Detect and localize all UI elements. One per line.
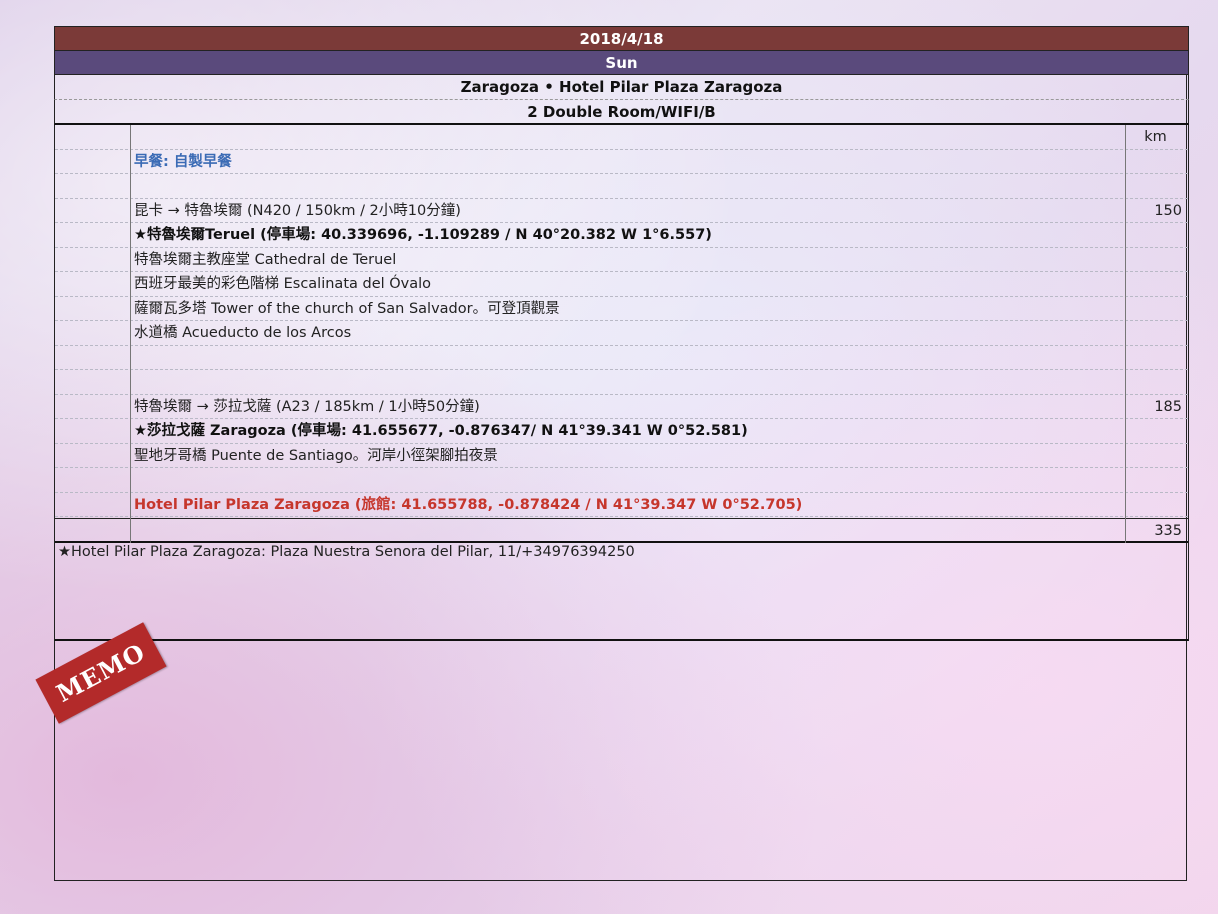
table-row: 西班牙最美的彩色階梯 Escalinata del Óvalo — [55, 272, 1188, 297]
row-text: Hotel Pilar Plaza Zaragoza (旅館: 41.65578… — [134, 496, 803, 513]
row-text: 西班牙最美的彩色階梯 Escalinata del Óvalo — [134, 276, 432, 292]
row-km — [1126, 346, 1185, 370]
row-km — [1126, 272, 1185, 296]
row-km — [1126, 468, 1185, 492]
column-divider — [130, 125, 131, 543]
row-text: 薩爾瓦多塔 Tower of the church of San Salvado… — [134, 300, 560, 317]
table-header-row: km — [55, 125, 1188, 150]
km-column-header: km — [1144, 129, 1167, 145]
row-text: 昆卡 → 特魯埃爾 (N420 / 150km / 2小時10分鐘) — [134, 202, 461, 219]
table-row — [55, 370, 1188, 395]
row-text: ★特魯埃爾Teruel (停車場: 40.339696, -1.109289 /… — [134, 227, 712, 243]
hotel-address-note: ★Hotel Pilar Plaza Zaragoza: Plaza Nuest… — [54, 543, 1189, 641]
table-row — [55, 346, 1188, 370]
table-row: 聖地牙哥橋 Puente de Santiago。河岸小徑架腳拍夜景 — [55, 444, 1188, 468]
table-row — [55, 174, 1188, 199]
table-row: 特魯埃爾 → 莎拉戈薩 (A23 / 185km / 1小時50分鐘) 185 — [55, 395, 1188, 419]
row-text: 早餐: 自製早餐 — [134, 153, 232, 170]
date-header: 2018/4/18 — [54, 26, 1189, 51]
day-header: Sun — [54, 51, 1189, 75]
row-text: 特魯埃爾 → 莎拉戈薩 (A23 / 185km / 1小時50分鐘) — [134, 398, 480, 415]
hotel-header: Zaragoza • Hotel Pilar Plaza Zaragoza — [54, 75, 1189, 100]
total-row: 335 — [55, 518, 1188, 543]
column-divider — [1125, 125, 1126, 543]
row-km — [1126, 297, 1185, 321]
table-row: 特魯埃爾主教座堂 Cathedral de Teruel — [55, 248, 1188, 272]
table-row: ★莎拉戈薩 Zaragoza (停車場: 41.655677, -0.87634… — [55, 419, 1188, 444]
row-text: 聖地牙哥橋 Puente de Santiago。河岸小徑架腳拍夜景 — [134, 447, 498, 464]
row-km: 185 — [1154, 398, 1182, 415]
row-km — [1126, 370, 1185, 394]
row-km — [1126, 174, 1185, 198]
table-row: 昆卡 → 特魯埃爾 (N420 / 150km / 2小時10分鐘) 150 — [55, 199, 1188, 223]
table-row: ★特魯埃爾Teruel (停車場: 40.339696, -1.109289 /… — [55, 223, 1188, 248]
table-row: Hotel Pilar Plaza Zaragoza (旅館: 41.65578… — [55, 493, 1188, 517]
table-row: 水道橋 Acueducto de los Arcos — [55, 321, 1188, 346]
row-text: 特魯埃爾主教座堂 Cathedral de Teruel — [134, 251, 397, 268]
table-row — [55, 468, 1188, 493]
table-row: 薩爾瓦多塔 Tower of the church of San Salvado… — [55, 297, 1188, 321]
row-km — [1126, 419, 1185, 443]
row-text: ★莎拉戈薩 Zaragoza (停車場: 41.655677, -0.87634… — [134, 423, 748, 439]
table-row: 早餐: 自製早餐 — [55, 150, 1188, 174]
total-km: 335 — [1154, 523, 1182, 539]
row-km — [1126, 321, 1185, 345]
row-text: 水道橋 Acueducto de los Arcos — [134, 325, 352, 341]
row-km — [1126, 248, 1185, 272]
row-km — [1126, 444, 1185, 468]
row-km: 150 — [1154, 202, 1182, 219]
row-km — [1126, 150, 1185, 174]
schedule-table: km 早餐: 自製早餐 昆卡 → 特魯埃爾 (N420 / 150km / 2小… — [54, 125, 1189, 543]
row-km — [1126, 223, 1185, 247]
row-km — [1126, 493, 1185, 517]
room-header: 2 Double Room/WIFI/B — [54, 100, 1189, 125]
